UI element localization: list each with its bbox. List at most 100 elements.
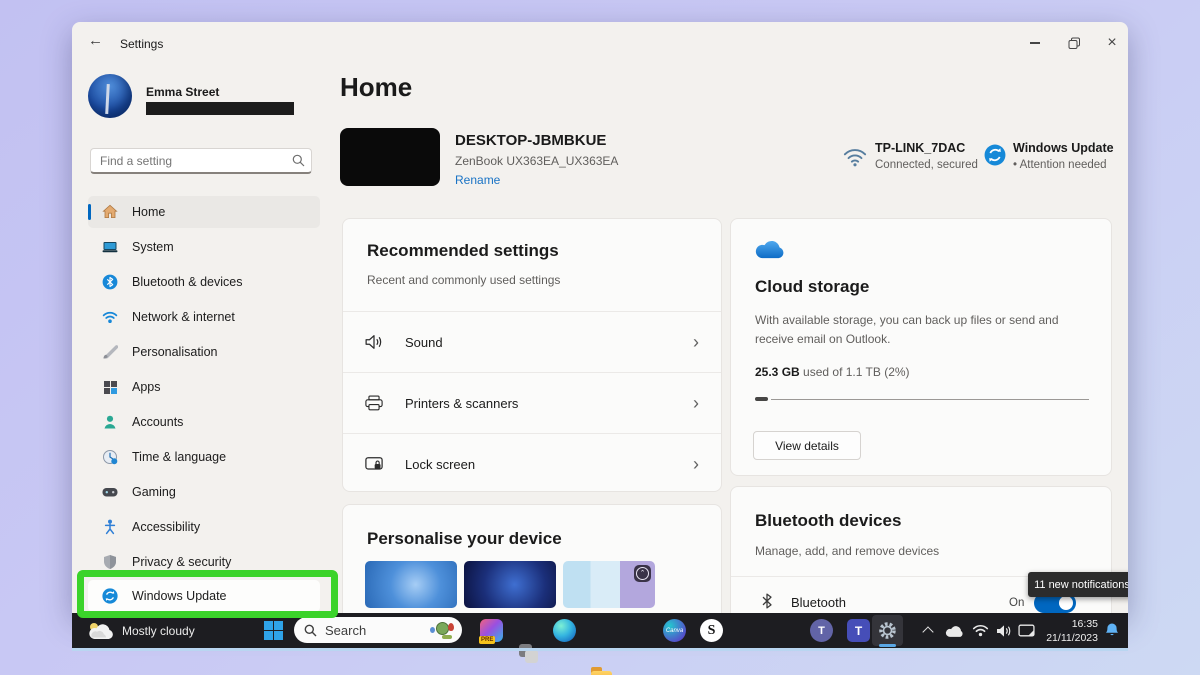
file-explorer-icon[interactable] <box>590 665 613 675</box>
sidebar-item-bluetooth-devices[interactable]: Bluetooth & devices <box>88 266 320 298</box>
sidebar-item-label: Apps <box>132 380 161 394</box>
sidebar-item-network-internet[interactable]: Network & internet <box>88 301 320 333</box>
sidebar-item-label: Privacy & security <box>132 555 231 569</box>
sidebar-item-accounts[interactable]: Accounts <box>88 406 320 438</box>
tray-wifi-icon[interactable] <box>972 624 989 637</box>
wifi-icon <box>102 309 118 325</box>
row-label: Printers & scanners <box>405 396 518 411</box>
sidebar-item-apps[interactable]: Apps <box>88 371 320 403</box>
shield-icon <box>102 554 118 570</box>
recommended-settings-card: Recommended settings Recent and commonly… <box>342 218 722 492</box>
windows-update-icon <box>102 588 118 604</box>
canva-icon[interactable]: Canva <box>663 619 686 642</box>
chevron-right-icon: › <box>693 455 699 473</box>
sidebar-item-gaming[interactable]: Gaming <box>88 476 320 508</box>
sidebar-item-label: Home <box>132 205 165 219</box>
lock-screen-row[interactable]: Lock screen › <box>343 433 721 494</box>
weather-cloud-icon <box>88 622 114 640</box>
network-ssid[interactable]: TP-LINK_7DAC <box>875 141 965 155</box>
weather-widget[interactable]: Mostly cloudy <box>88 613 195 648</box>
sidebar-item-label: Bluetooth & devices <box>132 275 243 289</box>
taskbar-search[interactable]: Search <box>294 617 462 643</box>
sidebar-item-privacy-security[interactable]: Privacy & security <box>88 546 320 578</box>
wifi-status-icon <box>842 148 868 167</box>
card-title: Bluetooth devices <box>755 511 901 531</box>
brush-icon <box>102 344 118 360</box>
personalise-device-card: Personalise your device ⌃ <box>342 504 722 613</box>
substack-icon[interactable]: S <box>700 619 723 642</box>
substack-glyph: S <box>708 623 716 639</box>
person-icon <box>102 414 118 430</box>
close-button[interactable]: × <box>1095 30 1128 56</box>
minimize-button[interactable] <box>1018 30 1052 56</box>
sidebar-item-label: Personalisation <box>132 345 217 359</box>
tray-chevron-up-icon[interactable] <box>922 626 933 637</box>
row-label: Sound <box>405 335 443 350</box>
view-details-button[interactable]: View details <box>753 431 861 460</box>
gear-icon <box>877 620 898 641</box>
redacted-email-bar <box>146 102 294 115</box>
speaker-icon <box>365 334 383 350</box>
sidebar-item-personalisation[interactable]: Personalisation <box>88 336 320 368</box>
screen-bottom-strip <box>72 648 1128 651</box>
search-icon <box>292 154 305 167</box>
wallpaper-thumb-custom[interactable]: ⌃ <box>563 561 655 608</box>
wallpaper-thumb-dark[interactable] <box>464 561 556 608</box>
edge-icon[interactable] <box>553 619 576 642</box>
gamepad-icon <box>102 484 118 500</box>
active-app-indicator <box>879 644 896 647</box>
system-icon <box>102 239 118 255</box>
teams-icon[interactable]: T <box>810 619 833 642</box>
rename-link[interactable]: Rename <box>455 173 500 187</box>
theme-badge-icon: ⌃ <box>634 565 651 582</box>
clock[interactable]: 16:35 21/11/2023 <box>1028 617 1098 645</box>
tray-speaker-icon[interactable] <box>996 624 1012 638</box>
printer-icon <box>365 395 383 411</box>
chevron-right-icon: › <box>693 333 699 351</box>
teams2-glyph: T <box>855 624 862 638</box>
settings-taskbar-button[interactable] <box>872 615 903 646</box>
teams-glyph: T <box>818 625 825 637</box>
search-doodle-icon <box>428 621 454 639</box>
selected-indicator <box>88 204 91 220</box>
sidebar-item-time-language[interactable]: Time & language <box>88 441 320 473</box>
canva-glyph: Canva <box>666 628 683 634</box>
settings-window: ← Settings × Emma Street Home System Blu… <box>72 22 1128 613</box>
accessibility-icon <box>102 519 118 535</box>
sidebar-item-accessibility[interactable]: Accessibility <box>88 511 320 543</box>
toggle-state-label: On <box>1009 597 1024 609</box>
bluetooth-glyph-icon <box>761 593 773 609</box>
clock-date: 21/11/2023 <box>1028 631 1098 645</box>
card-title: Recommended settings <box>367 241 559 261</box>
back-arrow-icon[interactable]: ← <box>88 32 103 49</box>
user-name: Emma Street <box>146 85 219 99</box>
avatar[interactable] <box>88 74 132 118</box>
apps-icon <box>102 379 118 395</box>
windows-update-status-icon <box>984 144 1006 171</box>
sidebar-item-system[interactable]: System <box>88 231 320 263</box>
clock-icon <box>102 449 118 465</box>
sound-row[interactable]: Sound › <box>343 311 721 372</box>
sidebar-item-home[interactable]: Home <box>88 196 320 228</box>
wallpaper-thumb-light[interactable] <box>365 561 457 608</box>
restore-button[interactable] <box>1057 30 1091 56</box>
sidebar-item-label: System <box>132 240 174 254</box>
notification-bell-icon[interactable] <box>1104 622 1120 639</box>
printers-scanners-row[interactable]: Printers & scanners › <box>343 372 721 433</box>
sidebar-item-windows-update[interactable]: Windows Update <box>88 580 320 612</box>
taskbar: Mostly cloudy Search PRE Canva S <box>72 613 1128 648</box>
screenshot-root: ← Settings × Emma Street Home System Blu… <box>0 0 1200 675</box>
task-view-icon[interactable] <box>517 642 540 665</box>
bluetooth-row-label: Bluetooth <box>791 595 846 610</box>
search-placeholder: Search <box>325 623 366 638</box>
start-button[interactable] <box>264 621 283 645</box>
bluetooth-icon <box>102 274 118 290</box>
onedrive-icon[interactable] <box>944 624 964 638</box>
teams-work-icon[interactable]: T <box>847 619 870 642</box>
weather-label: Mostly cloudy <box>122 624 195 638</box>
copilot-icon[interactable]: PRE <box>480 619 503 642</box>
search-icon <box>304 624 317 637</box>
card-subtitle: Manage, add, and remove devices <box>755 544 939 558</box>
windows-update-label[interactable]: Windows Update <box>1013 141 1114 155</box>
find-setting-input[interactable] <box>90 148 312 174</box>
